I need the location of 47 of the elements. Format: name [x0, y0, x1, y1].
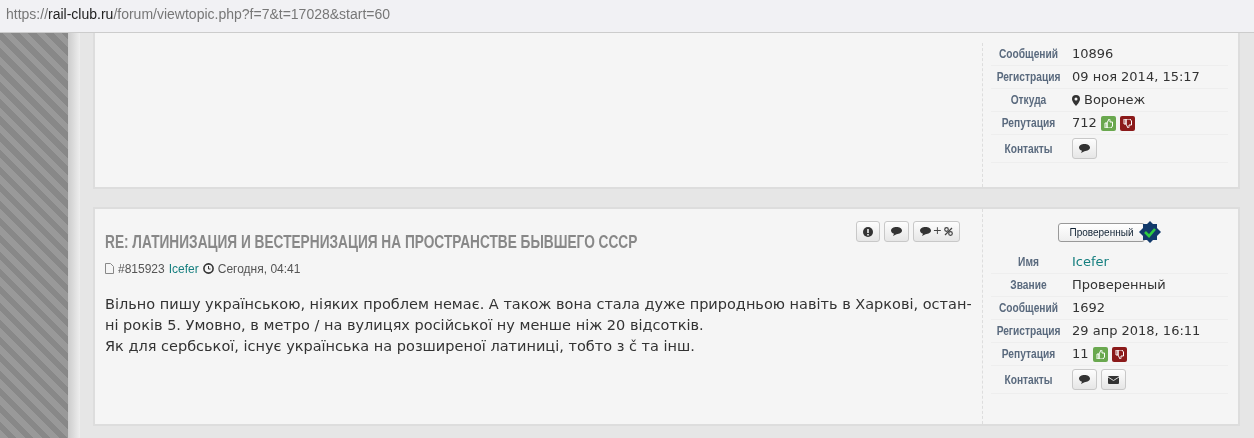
profile-label: Звание	[1009, 277, 1048, 294]
message-button[interactable]	[1072, 369, 1097, 390]
verified-icon	[1138, 221, 1161, 243]
profile-value: Проверенный	[1071, 276, 1166, 295]
multiquote-button[interactable]: +	[912, 221, 960, 242]
dislike-button[interactable]	[1111, 346, 1127, 362]
profile-label: Регистрация	[996, 69, 1061, 86]
email-button[interactable]	[1101, 369, 1126, 390]
speech-bubble-icon	[890, 227, 902, 236]
profile-label: Репутация	[1000, 346, 1057, 363]
speech-bubble-icon	[1079, 375, 1090, 384]
speech-bubble-icon	[1079, 144, 1090, 153]
message-button[interactable]	[1072, 138, 1097, 159]
envelope-icon	[1108, 375, 1119, 384]
profile-value: 09 ноя 2014, 15:17	[1071, 68, 1200, 87]
post-text-line: Вільно пишу українською, ніяких проблем немає. А також вона стала дуже природньою навіть в Харкові, остан-	[105, 294, 973, 314]
post-id[interactable]: #815923	[118, 259, 165, 278]
dislike-button[interactable]	[1119, 115, 1135, 131]
post-text-line: ні років 5. Умовно, в метро / на вулицях російської ну менше ніж 20 відсотків.	[105, 315, 705, 335]
profile-label: Контакты	[1003, 140, 1054, 158]
username-link[interactable]: Icefer	[1072, 252, 1109, 272]
profile-value: 10896	[1071, 45, 1114, 64]
profile-label: Откуда	[1009, 92, 1048, 109]
profile-label: Репутация	[1000, 115, 1057, 132]
author-link[interactable]: Icefer	[168, 259, 199, 278]
profile-value: 1692	[1071, 299, 1106, 318]
post-time: Сегодня, 04:41	[217, 260, 301, 278]
quote-button[interactable]	[883, 221, 909, 242]
profile-value: 29 апр 2018, 16:11	[1071, 322, 1201, 341]
post-icon	[105, 263, 114, 275]
profile-label: Сообщений	[997, 300, 1060, 317]
address-bar[interactable]: https://rail-club.ru/forum/viewtopic.php?f=7&t=17028&start=60	[0, 0, 1254, 33]
profile-label: Имя	[1017, 254, 1040, 271]
profile-label: Регистрация	[996, 323, 1061, 340]
profile-label: Сообщений	[997, 46, 1060, 63]
profile-label: Контакты	[1003, 371, 1054, 389]
report-button[interactable]	[855, 221, 880, 242]
reputation-value: 712	[1072, 114, 1097, 133]
post-text-line: Як для сербської, існує українська на розширеної латиниці, тобто з č та інш.	[105, 336, 696, 356]
link-icon	[944, 227, 953, 236]
location-text: Воронеж	[1084, 91, 1146, 110]
rank-badge: Проверенный	[1058, 222, 1145, 242]
exclamation-icon	[862, 226, 873, 237]
clock-icon	[202, 263, 214, 275]
reputation-value: 11	[1072, 345, 1089, 364]
map-pin-icon	[1072, 94, 1080, 106]
speech-bubble-icon	[919, 227, 931, 236]
